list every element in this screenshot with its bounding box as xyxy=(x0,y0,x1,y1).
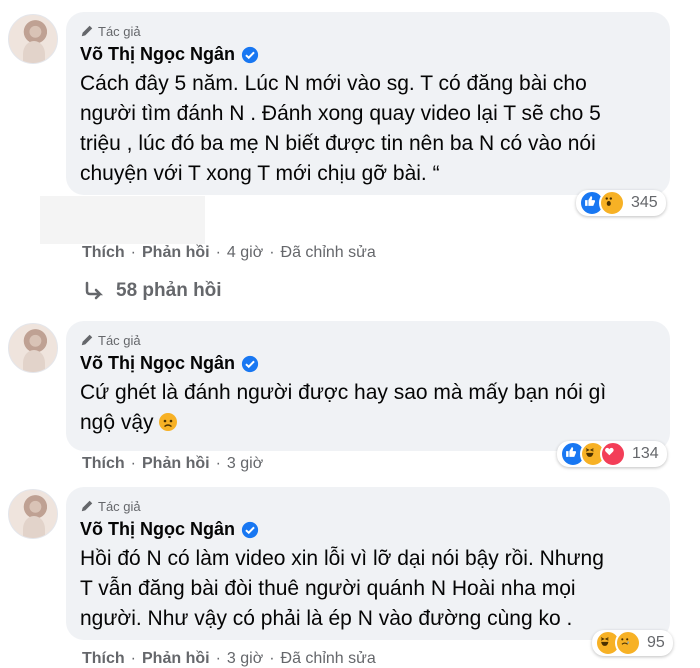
separator: · xyxy=(130,650,136,667)
edited-label: Đã chỉnh sửa xyxy=(280,244,376,261)
reply-arrow-icon xyxy=(85,281,104,300)
author-name[interactable]: Võ Thị Ngọc Ngân xyxy=(80,519,235,540)
comment-line: Cứ ghét là đánh người được hay sao mà mấ… xyxy=(80,381,607,404)
comment-line: chuyện với T xong T mới chịu gỡ bài. “ xyxy=(80,162,440,185)
author-badge: Tác giả xyxy=(80,331,656,349)
pen-icon xyxy=(81,500,93,512)
reaction-summary[interactable]: 95 xyxy=(592,630,673,656)
comment-text: Cứ ghét là đánh người được hay sao mà mấ… xyxy=(80,378,656,438)
comment-actions: Thích · Phản hồi · 4 giờ · Đã chỉnh sửa xyxy=(82,244,376,262)
badge-label: Tác giả xyxy=(98,23,141,39)
edited-label: Đã chỉnh sửa xyxy=(280,650,376,667)
author-badge: Tác giả xyxy=(80,22,656,40)
comment-line: T vẫn đăng bài đòi thuê người quánh N Ho… xyxy=(80,577,576,600)
avatar[interactable] xyxy=(8,323,58,373)
like-link[interactable]: Thích xyxy=(82,650,125,668)
separator: · xyxy=(215,244,221,261)
comment-text: Hồi đó N có làm video xin lỗi vì lỡ dại … xyxy=(80,544,656,634)
reaction-count: 95 xyxy=(647,634,665,651)
timestamp[interactable]: 3 giờ xyxy=(227,650,263,668)
verified-icon xyxy=(241,521,259,538)
separator: · xyxy=(215,650,221,667)
comment-line: Cách đây 5 năm. Lúc N mới vào sg. T có đ… xyxy=(80,72,587,95)
badge-label: Tác giả xyxy=(98,332,141,348)
comment-line-text: ngộ vậy xyxy=(80,411,154,434)
separator: · xyxy=(269,244,275,261)
reply-link[interactable]: Phản hồi xyxy=(142,244,210,262)
avatar[interactable] xyxy=(8,489,58,539)
blurred-region xyxy=(40,196,205,244)
comment-line: người tìm đánh N . Đánh xong quay video … xyxy=(80,102,601,125)
reaction-summary[interactable]: 134 xyxy=(557,441,667,467)
separator: · xyxy=(130,244,136,261)
separator: · xyxy=(215,455,221,472)
comment-line: triệu , lúc đó ba mẹ N biết được tin nên… xyxy=(80,132,596,155)
separator: · xyxy=(130,455,136,472)
reaction-count: 345 xyxy=(631,194,658,211)
author-name[interactable]: Võ Thị Ngọc Ngân xyxy=(80,353,235,374)
author-name[interactable]: Võ Thị Ngọc Ngân xyxy=(80,44,235,65)
reply-link[interactable]: Phản hồi xyxy=(142,650,210,668)
timestamp[interactable]: 3 giờ xyxy=(227,455,263,473)
replies-count: 58 phản hồi xyxy=(116,280,222,301)
comment-line: người. Như vậy có phải là ép N vào đường… xyxy=(80,607,573,630)
pen-icon xyxy=(81,25,93,37)
badge-label: Tác giả xyxy=(98,498,141,514)
author-badge: Tác giả xyxy=(80,497,656,515)
like-link[interactable]: Thích xyxy=(82,244,125,262)
view-replies-button[interactable]: 58 phản hồi xyxy=(84,280,222,302)
comment-line: Hồi đó N có làm video xin lỗi vì lỡ dại … xyxy=(80,547,604,570)
comment-actions: Thích · Phản hồi · 3 giờ · Đã chỉnh sửa xyxy=(82,650,376,668)
reaction-summary[interactable]: 345 xyxy=(576,190,666,216)
verified-icon xyxy=(241,46,259,63)
separator: · xyxy=(269,650,275,667)
comment-bubble: Tác giả Võ Thị Ngọc Ngân Cứ ghét là đánh… xyxy=(66,321,670,451)
like-link[interactable]: Thích xyxy=(82,455,125,473)
reply-link[interactable]: Phản hồi xyxy=(142,455,210,473)
pen-icon xyxy=(81,334,93,346)
comment-bubble: Tác giả Võ Thị Ngọc Ngân Hồi đó N có làm… xyxy=(66,487,670,640)
wow-icon xyxy=(599,190,625,216)
timestamp[interactable]: 4 giờ xyxy=(227,244,263,262)
avatar[interactable] xyxy=(8,14,58,64)
love-icon xyxy=(600,441,626,467)
verified-icon xyxy=(241,355,259,372)
comment-bubble: Tác giả Võ Thị Ngọc Ngân Cách đây 5 năm.… xyxy=(66,12,670,195)
comment-text: Cách đây 5 năm. Lúc N mới vào sg. T có đ… xyxy=(80,69,656,189)
comment-line: ngộ vậy xyxy=(80,408,656,438)
sad-icon xyxy=(615,630,641,656)
reaction-count: 134 xyxy=(632,445,659,462)
angry-emoji-icon xyxy=(158,413,177,431)
comment-actions: Thích · Phản hồi · 3 giờ xyxy=(82,455,263,473)
